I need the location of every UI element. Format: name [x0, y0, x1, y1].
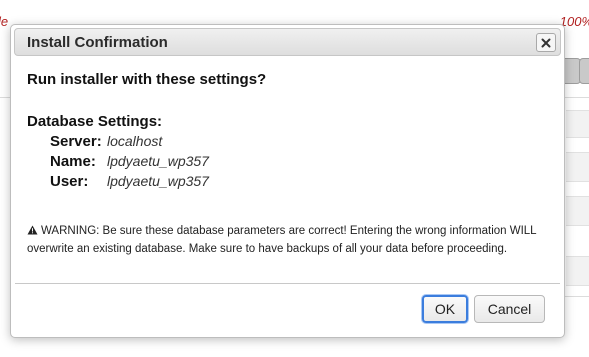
background-button[interactable]	[579, 58, 589, 84]
install-confirmation-dialog: Install Confirmation Run installer with …	[10, 24, 565, 338]
db-setting-name: Name: lpdyaetu_wp357	[27, 153, 548, 171]
background-table-cell	[566, 196, 589, 226]
db-setting-value: localhost	[107, 133, 163, 149]
dialog-title: Install Confirmation	[27, 34, 168, 51]
db-setting-label: Server:	[50, 133, 102, 150]
db-setting-user: User: lpdyaetu_wp357	[27, 173, 548, 191]
background-table-cell	[566, 256, 589, 286]
background-table-cell	[566, 110, 589, 138]
footer-divider	[15, 283, 560, 284]
dialog-content: Run installer with these settings? Datab…	[27, 71, 548, 191]
background-table-cell	[566, 152, 589, 182]
database-warning: WARNING: Be sure these database paramete…	[27, 223, 552, 257]
cancel-button[interactable]: Cancel	[474, 295, 545, 323]
db-setting-value: lpdyaetu_wp357	[107, 173, 209, 189]
warning-triangle-icon	[27, 224, 38, 241]
db-setting-server: Server: localhost	[27, 133, 548, 151]
background-row-divider	[563, 97, 589, 98]
background-warning-left: le	[0, 14, 9, 29]
database-settings-heading: Database Settings:	[27, 113, 163, 130]
db-setting-label: User:	[50, 173, 89, 190]
background-divider	[0, 97, 10, 98]
background-row-divider	[563, 296, 589, 297]
close-icon	[541, 38, 551, 48]
db-setting-value: lpdyaetu_wp357	[107, 153, 209, 169]
ok-button[interactable]: OK	[422, 295, 468, 323]
warning-text: WARNING: Be sure these database paramete…	[27, 225, 537, 255]
confirmation-question: Run installer with these settings?	[27, 71, 267, 88]
close-button[interactable]	[536, 33, 556, 52]
db-setting-label: Name:	[50, 153, 96, 170]
dialog-titlebar[interactable]: Install Confirmation	[14, 28, 561, 56]
